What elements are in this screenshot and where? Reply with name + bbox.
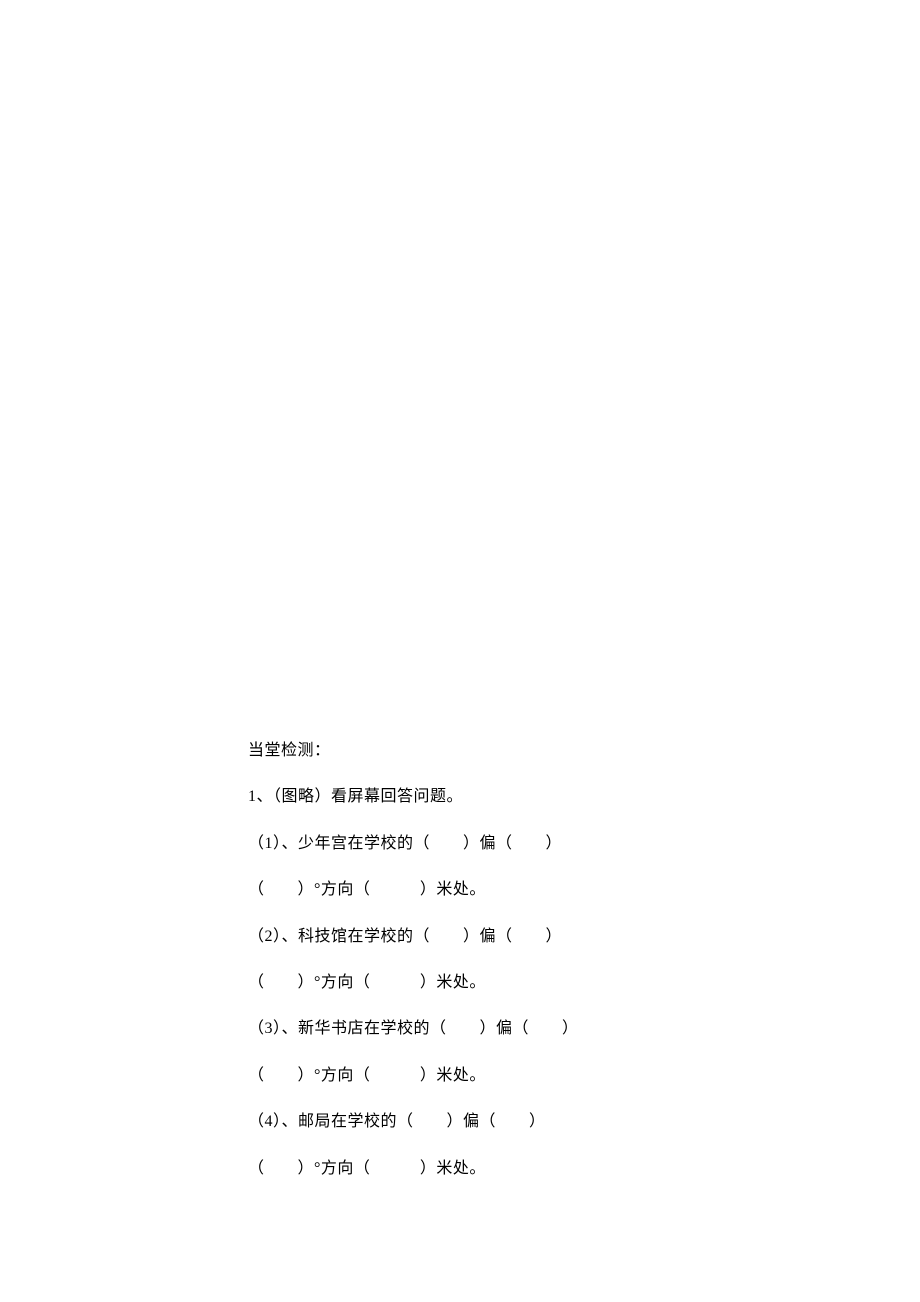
content-block: 当堂检测： 1、（图略）看屏幕回答问题。 （1）、少年宫在学校的（ ）偏（ ） … — [248, 740, 688, 1180]
item-4-line-1: （4）、邮局在学校的（ ）偏（ ） — [248, 1111, 688, 1133]
question-intro: 1、（图略）看屏幕回答问题。 — [248, 786, 688, 808]
item-1-line-1: （1）、少年宫在学校的（ ）偏（ ） — [248, 833, 688, 855]
item-1-line-2: （ ）°方向（ ）米处。 — [248, 879, 688, 901]
item-4-line-2: （ ）°方向（ ）米处。 — [248, 1158, 688, 1180]
section-title: 当堂检测： — [248, 740, 688, 762]
document-page: 当堂检测： 1、（图略）看屏幕回答问题。 （1）、少年宫在学校的（ ）偏（ ） … — [0, 0, 920, 1302]
item-3-line-1: （3）、新华书店在学校的（ ）偏（ ） — [248, 1018, 688, 1040]
item-2-line-1: （2）、科技馆在学校的（ ）偏（ ） — [248, 926, 688, 948]
item-3-line-2: （ ）°方向（ ）米处。 — [248, 1065, 688, 1087]
item-2-line-2: （ ）°方向（ ）米处。 — [248, 972, 688, 994]
